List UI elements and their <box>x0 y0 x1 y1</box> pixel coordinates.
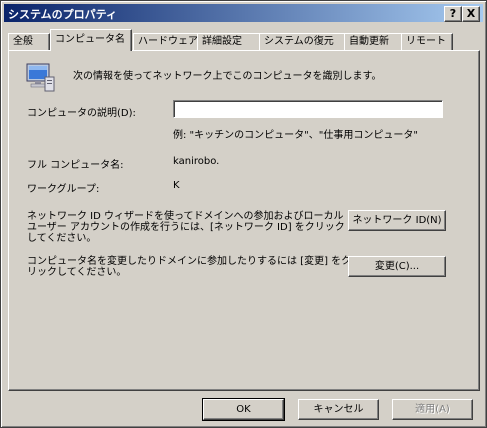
window-title: システムのプロパティ <box>8 8 118 21</box>
description-label: コンピュータの説明(D): <box>27 108 136 119</box>
help-button[interactable]: ? <box>444 6 462 22</box>
intro-text: 次の情報を使ってネットワーク上でこのコンピュータを識別します。 <box>73 71 382 82</box>
title-bar[interactable]: システムのプロパティ ? X <box>4 4 483 22</box>
ok-button[interactable]: OK <box>202 398 285 421</box>
tab-remote[interactable]: リモート <box>401 33 453 50</box>
tab-system-restore[interactable]: システムの復元 <box>259 33 347 50</box>
cancel-button[interactable]: キャンセル <box>298 399 379 420</box>
network-id-line: ユーザー アカウントの作成を行うには、[ネットワーク ID] をクリック <box>27 222 345 233</box>
network-id-line: ネットワーク ID ウィザードを使ってドメインへの参加およびローカル <box>27 211 344 222</box>
description-example: 例: "キッチンのコンピュータ"、"仕事用コンピュータ" <box>173 130 418 141</box>
network-id-line: してください。 <box>27 233 97 244</box>
system-properties-window: システムのプロパティ ? X 全般 コンピュータ名 ハードウェア 詳細設定 シス… <box>0 0 487 428</box>
tab-hardware[interactable]: ハードウェア <box>133 33 199 50</box>
computer-icon <box>24 61 56 93</box>
full-name-label: フル コンピュータ名: <box>27 160 124 171</box>
tab-automatic-updates[interactable]: 自動更新 <box>344 33 404 50</box>
change-description: コンピュータ名を変更したりドメインに参加したりするには [変更] をク リックし… <box>27 256 351 278</box>
tab-advanced[interactable]: 詳細設定 <box>197 33 261 50</box>
tab-general[interactable]: 全般 <box>8 33 50 50</box>
apply-button[interactable]: 適用(A) <box>392 399 473 420</box>
full-name-value: kanirobo. <box>173 156 220 167</box>
computer-name-panel: 次の情報を使ってネットワーク上でこのコンピュータを識別します。 コンピュータの説… <box>8 50 480 391</box>
workgroup-label: ワークグループ: <box>27 184 100 195</box>
network-id-description: ネットワーク ID ウィザードを使ってドメインへの参加およびローカル ユーザー … <box>27 211 345 244</box>
change-line: リックしてください。 <box>27 267 127 278</box>
workgroup-value: K <box>173 180 180 191</box>
tab-computer-name[interactable]: コンピュータ名 <box>50 29 132 51</box>
change-button[interactable]: 変更(C)... <box>348 256 446 277</box>
close-button[interactable]: X <box>462 6 480 22</box>
description-input[interactable] <box>173 100 443 118</box>
network-id-button[interactable]: ネットワーク ID(N) <box>348 210 446 231</box>
change-line: コンピュータ名を変更したりドメインに参加したりするには [変更] をク <box>27 256 352 267</box>
